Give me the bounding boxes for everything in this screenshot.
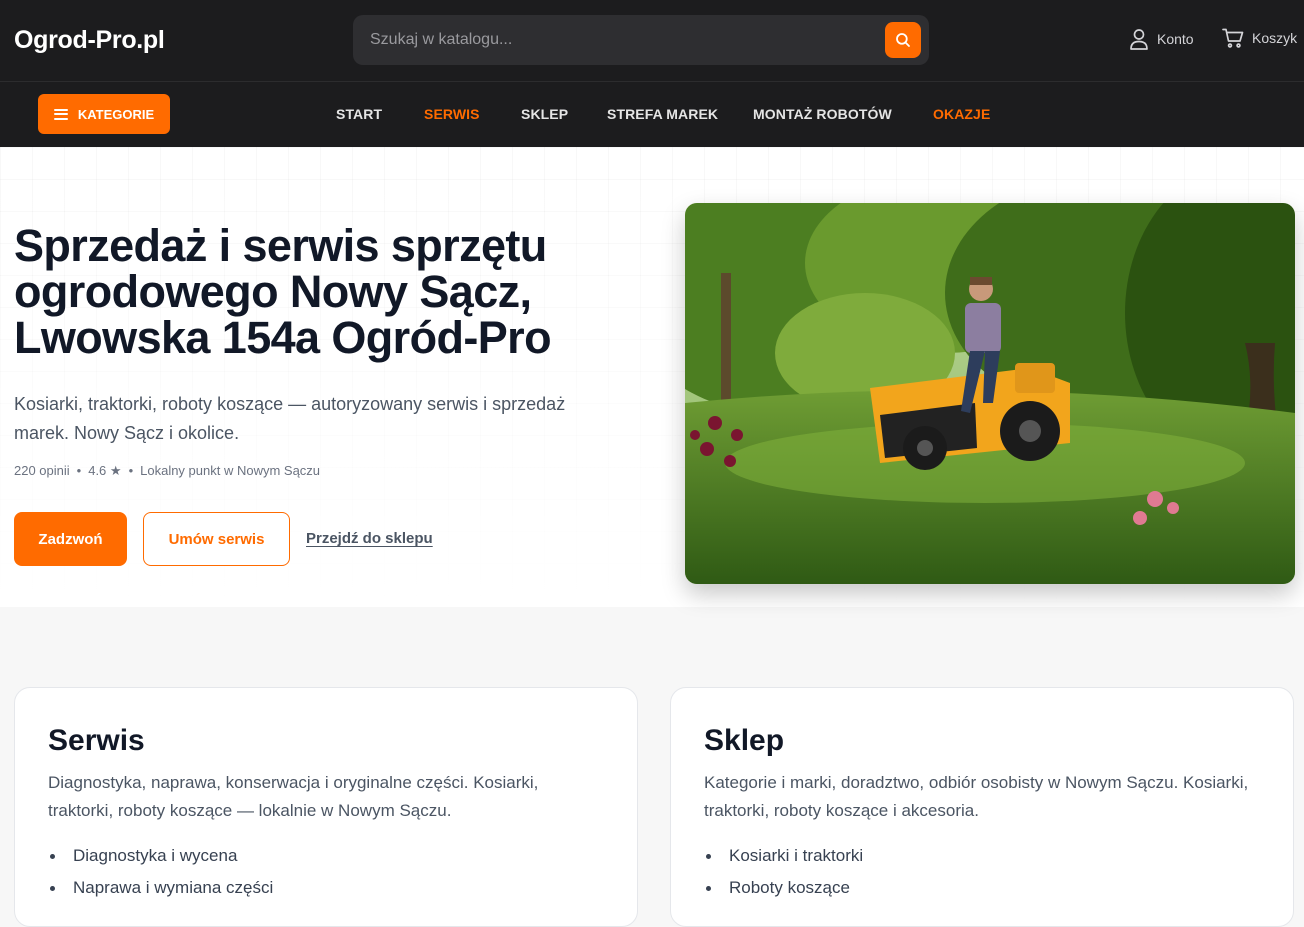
service-card-list: Diagnostyka i wycena Naprawa i wymiana c…: [48, 840, 273, 904]
go-to-shop-link[interactable]: Przejdź do sklepu: [306, 530, 433, 547]
nav-item-okazje[interactable]: OKAZJE: [933, 106, 990, 122]
main-navigation: KATEGORIE START SERWIS SKLEP STREFA MARE…: [0, 82, 1304, 147]
cart-icon: [1222, 28, 1244, 48]
location-label: Lokalny punkt w Nowym Sączu: [140, 463, 321, 478]
hero-title: Sprzedaż i serwis sprzętu ogrodowego Now…: [14, 220, 552, 363]
search-bar: [353, 15, 929, 65]
list-item: Roboty koszące: [704, 872, 863, 904]
hero-image: [685, 203, 1295, 584]
meta-separator: •: [76, 463, 82, 478]
hero-section: Sprzedaż i serwis sprzętu ogrodowego Now…: [0, 147, 1304, 607]
rating-value: 4.6 ★: [88, 463, 122, 478]
categories-label: KATEGORIE: [77, 106, 155, 122]
hero-lead: Kosiarki, traktorki, roboty koszące — au…: [14, 394, 566, 443]
account-label: Konto: [1157, 31, 1194, 47]
cart-label: Koszyk: [1252, 30, 1298, 46]
book-service-button[interactable]: Umów serwis: [143, 512, 290, 566]
search-input[interactable]: [353, 15, 873, 65]
shop-card: Sklep Kategorie i marki, doradztwo, odbi…: [670, 687, 1294, 927]
nav-item-strefa-marek[interactable]: STREFA MAREK: [607, 106, 718, 122]
search-button[interactable]: [885, 22, 921, 58]
top-header: Ogrod-Pro.pl Konto Koszyk: [0, 0, 1304, 82]
shop-card-title: Sklep: [704, 724, 785, 757]
call-button[interactable]: Zadzwoń: [14, 512, 127, 566]
service-card-text: Diagnostyka, naprawa, konserwacja i oryg…: [48, 773, 539, 820]
meta-separator: •: [128, 463, 134, 478]
hero-meta: 220 opinii • 4.6 ★ • Lokalny punkt w Nowym S…: [14, 463, 320, 479]
cart-link[interactable]: Koszyk: [1222, 28, 1297, 48]
service-card-title: Serwis: [48, 724, 145, 757]
categories-button[interactable]: KATEGORIE: [38, 94, 170, 134]
list-item: Kosiarki i traktorki: [704, 840, 863, 872]
list-item: Diagnostyka i wycena: [48, 840, 273, 872]
site-logo[interactable]: Ogrod-Pro.pl: [14, 26, 165, 55]
nav-item-serwis[interactable]: SERWIS: [424, 106, 480, 122]
list-item: Naprawa i wymiana części: [48, 872, 273, 904]
reviews-count: 220 opinii: [14, 463, 70, 478]
user-icon: [1130, 29, 1148, 50]
nav-item-sklep[interactable]: SKLEP: [521, 106, 568, 122]
search-icon: [896, 33, 910, 47]
shop-card-text: Kategorie i marki, doradztwo, odbiór oso…: [704, 773, 1249, 820]
menu-icon: [53, 108, 68, 120]
service-card: Serwis Diagnostyka, naprawa, konserwacja…: [14, 687, 638, 927]
shop-card-list: Kosiarki i traktorki Roboty koszące: [704, 840, 863, 904]
account-link[interactable]: Konto: [1129, 28, 1194, 50]
nav-item-start[interactable]: START: [336, 106, 382, 122]
nav-item-montaz-robotow[interactable]: MONTAŻ ROBOTÓW: [753, 106, 892, 122]
